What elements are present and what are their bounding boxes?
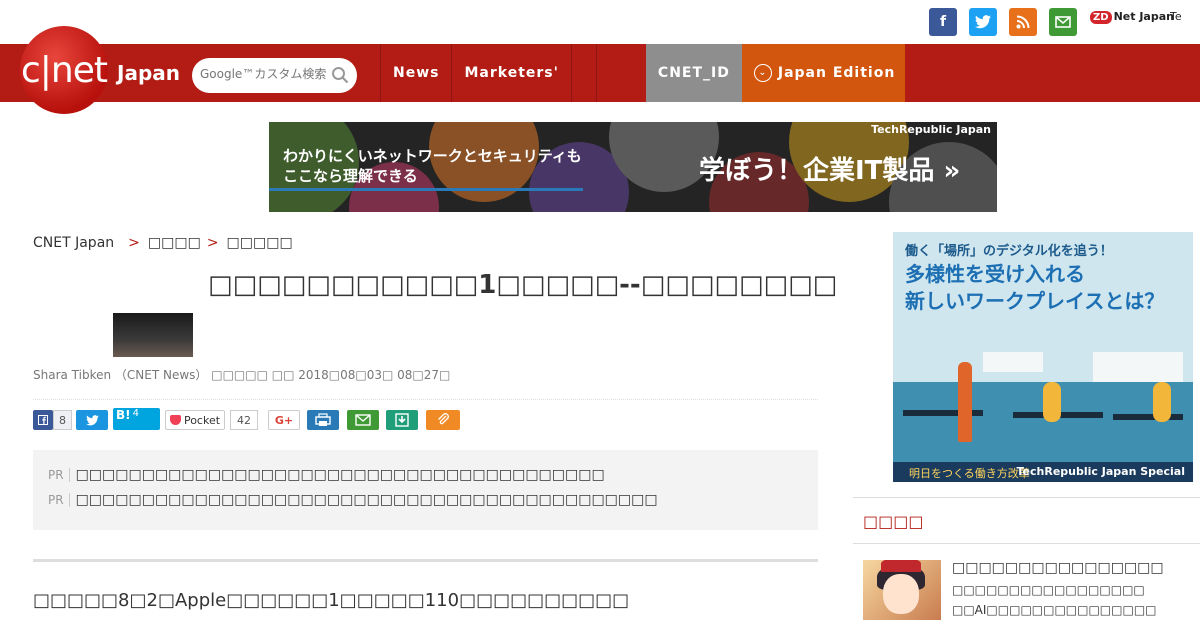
sidebar-ad-footer-left: 明日をつくる働き方改革 <box>909 467 1030 480</box>
pr-link[interactable]: PR □□□□□□□□□□□□□□□□□□□□□□□□□□□□□□□□□□□□□□… <box>48 467 605 483</box>
pocket-icon <box>169 415 181 425</box>
banner-brand: TechRepublic Japan <box>871 123 991 136</box>
mail-icon <box>355 414 371 426</box>
sidebar-ad-line1: 働く「場所」のデジタル化を追う！ <box>905 244 1113 259</box>
ad-illustration-person <box>1153 382 1171 422</box>
search-input[interactable] <box>200 67 330 81</box>
chevron-down-icon: ⌄ <box>753 64 772 82</box>
paperclip-icon <box>438 413 449 425</box>
breadcrumb-current[interactable]: □□□□□ <box>227 235 293 251</box>
pocket-count: 42 <box>230 410 258 430</box>
sidebar-item-title[interactable]: □□□□□□□□□□□□□□□□ <box>952 560 1164 576</box>
mail-icon[interactable] <box>1049 8 1077 36</box>
pr-tag: PR <box>48 493 70 507</box>
google-plus-button[interactable]: G+ <box>268 410 300 430</box>
search-box[interactable] <box>192 58 357 93</box>
facebook-icon[interactable]: f <box>929 8 957 36</box>
facebook-count: 8 <box>53 410 72 430</box>
sidebar-ad-line2: 多様性を受け入れる <box>905 262 1085 286</box>
nav-spacer <box>570 44 596 102</box>
main-nav: News Marketers' CNET_ID ⌄ Japan Edition <box>380 44 906 102</box>
article-thumbnail <box>113 313 193 357</box>
twitter-icon[interactable] <box>969 8 997 36</box>
pr-link[interactable]: PR □□□□□□□□□□□□□□□□□□□□□□□□□□□□□□□□□□□□□□… <box>48 492 658 508</box>
edition-label: Japan Edition <box>777 65 896 81</box>
sidebar-ad-footer-right: TechRepublic Japan Special <box>1016 465 1185 478</box>
illustration-face <box>883 574 919 614</box>
hatena-bookmark-button[interactable]: B! 4 <box>113 408 160 430</box>
hatena-count: 4 <box>132 408 139 419</box>
breadcrumb-sep: > <box>128 235 140 251</box>
breadcrumb: CNET Japan > □□□□ > □□□□□ <box>33 235 293 251</box>
sidebar-item-subtitle: □□□□□□□□□□□□□□□□□ <box>952 583 1145 597</box>
ad-illustration-person <box>958 362 972 442</box>
sidebar-item-subtitle: □□AI□□□□□□□□□□□□□□□ <box>952 603 1157 617</box>
breadcrumb-sep: > <box>206 235 219 251</box>
sidebar-heading: □□□□ <box>863 512 924 531</box>
illustration-hat <box>881 560 921 572</box>
sidebar-ad-line3: 新しいワークプレイスとは？ <box>905 289 1165 313</box>
breadcrumb-home[interactable]: CNET Japan <box>33 235 114 251</box>
sidebar-ad[interactable]: 働く「場所」のデジタル化を追う！ 多様性を受け入れる 新しいワークプレイスとは？… <box>893 232 1193 482</box>
nav-news[interactable]: News <box>380 44 451 102</box>
pocket-label: Pocket <box>183 413 221 427</box>
ad-illustration-desk <box>1113 414 1183 420</box>
zdnet-badge: ZD <box>1090 11 1112 24</box>
banner-line1: わかりにくいネットワークとセキュリティも <box>283 147 582 165</box>
pr-tag: PR <box>48 468 70 482</box>
top-social-bar: f ZD Net Japan Te <box>0 0 1200 44</box>
sidebar-ad-footer: 明日をつくる働き方改革 TechRepublic Japan Special <box>893 462 1193 482</box>
nav-marketers[interactable]: Marketers' <box>451 44 570 102</box>
article-lead: □□□□□8□2□Apple□□□□□□1□□□□□110□□□□□□□□□□ <box>33 590 630 611</box>
nav-spacer <box>595 44 621 102</box>
cnet-logo[interactable]: c|net <box>20 26 108 114</box>
pr-box: PR □□□□□□□□□□□□□□□□□□□□□□□□□□□□□□□□□□□□□□… <box>33 450 818 530</box>
ad-illustration-person <box>1043 382 1061 422</box>
facebook-share-button[interactable] <box>33 410 53 430</box>
clip-button[interactable] <box>426 410 460 430</box>
divider <box>853 543 1200 544</box>
mail-share-button[interactable] <box>347 410 379 430</box>
banner-line2: ここなら理解できる <box>283 167 418 185</box>
pr-text: □□□□□□□□□□□□□□□□□□□□□□□□□□□□□□□□□□□□□□□□… <box>75 492 658 508</box>
twitter-share-button[interactable] <box>76 410 108 430</box>
rss-icon[interactable] <box>1009 8 1037 36</box>
ad-illustration-shelf <box>983 352 1043 372</box>
techrepublic-link[interactable]: Te <box>1170 10 1182 23</box>
divider <box>33 399 818 400</box>
site-header: Japan News Marketers' CNET_ID ⌄ Japan Edi… <box>0 44 1200 102</box>
logo-japan-label: Japan <box>117 61 180 85</box>
divider <box>853 497 1200 498</box>
sidebar-item-thumbnail[interactable] <box>863 560 941 620</box>
article-title: □□□□□□□□□□□1□□□□□--□□□□□□□□ <box>208 270 838 300</box>
banner-ad[interactable]: わかりにくいネットワークとセキュリティも ここなら理解できる 学ぼう！企業IT製品… <box>269 122 997 212</box>
save-button[interactable] <box>386 410 418 430</box>
print-button[interactable] <box>307 410 339 430</box>
breadcrumb-section[interactable]: □□□□ <box>148 235 201 251</box>
zdnet-label: Net Japan <box>1113 10 1174 23</box>
download-icon <box>395 413 409 427</box>
banner-underline <box>269 188 583 191</box>
pocket-button[interactable]: Pocket <box>165 410 225 430</box>
ad-illustration-shelf <box>1093 352 1183 382</box>
nav-cnet-id[interactable]: CNET_ID <box>645 44 742 102</box>
article-byline: Shara Tibken （CNET News） □□□□□ □□ 2018□0… <box>33 368 451 382</box>
pr-text: □□□□□□□□□□□□□□□□□□□□□□□□□□□□□□□□□□□□□□□□ <box>75 467 605 483</box>
divider <box>33 559 818 562</box>
search-icon[interactable] <box>331 66 349 84</box>
banner-cta: 学ぼう！企業IT製品 » <box>699 156 961 186</box>
hatena-icon: B! <box>116 408 131 422</box>
print-icon <box>315 413 331 426</box>
banner-text: わかりにくいネットワークとセキュリティも ここなら理解できる <box>283 146 582 186</box>
zdnet-link[interactable]: ZD Net Japan <box>1090 10 1174 24</box>
nav-japan-edition[interactable]: ⌄ Japan Edition <box>741 44 906 102</box>
